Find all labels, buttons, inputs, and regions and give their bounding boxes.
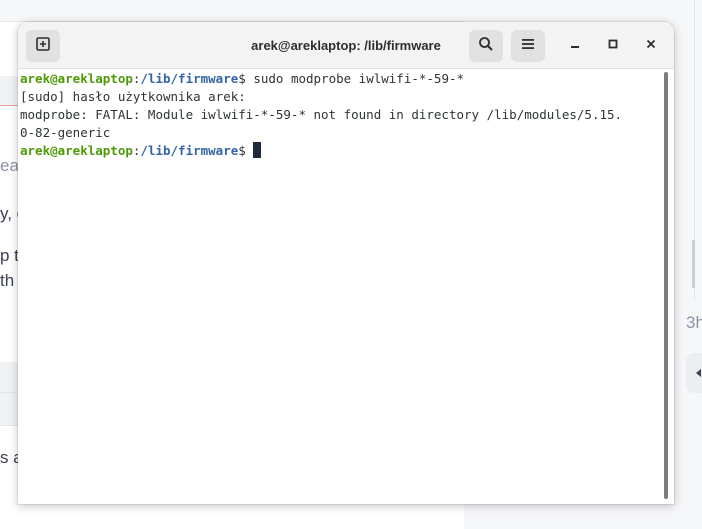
background-block <box>0 362 20 392</box>
new-tab-button[interactable] <box>26 30 60 62</box>
minimize-button[interactable] <box>563 34 587 58</box>
new-tab-icon <box>35 36 51 57</box>
prompt-user: arek@areklaptop <box>20 143 133 158</box>
close-icon <box>645 37 657 55</box>
maximize-icon <box>607 37 619 55</box>
terminal-line: arek@areklaptop:/lib/firmware$ sudo modp… <box>20 70 666 88</box>
prompt-path: /lib/firmware <box>140 143 239 158</box>
command-text: $ sudo modprobe iwlwifi-*-59-* <box>238 71 465 86</box>
search-icon <box>478 36 494 57</box>
chevron-left-icon <box>696 369 701 377</box>
background-text-fragment: p t <box>0 246 18 265</box>
background-text-fragment: ea <box>0 156 18 175</box>
terminal-line: [sudo] hasło użytkownika arek: <box>20 89 246 104</box>
terminal-scrollbar[interactable] <box>664 72 668 499</box>
background-text-fragment: th <box>0 271 15 290</box>
background-text-fragment: y, c <box>0 204 18 223</box>
terminal-line: 0-82-generic <box>20 125 111 140</box>
text-cursor <box>253 142 262 158</box>
hamburger-menu-icon <box>521 37 535 56</box>
background-block <box>0 392 20 426</box>
background-top-bar <box>0 0 464 22</box>
background-collapse-button[interactable] <box>686 353 702 393</box>
background-block <box>0 76 20 106</box>
prompt-user: arek@areklaptop <box>20 71 133 86</box>
minimize-icon <box>569 37 581 55</box>
prompt-path: /lib/firmware <box>140 71 239 86</box>
background-text-fragment: 3h <box>686 313 702 332</box>
prompt-symbol: $ <box>238 143 254 158</box>
close-button[interactable] <box>639 34 663 58</box>
maximize-button[interactable] <box>601 34 625 58</box>
menu-button[interactable] <box>511 30 545 62</box>
terminal-line: arek@areklaptop:/lib/firmware$ <box>20 142 666 160</box>
background-text-fragment: s a <box>0 448 18 467</box>
background-scrollbar[interactable] <box>692 240 695 288</box>
search-button[interactable] <box>469 30 503 62</box>
terminal-titlebar[interactable]: arek@areklaptop: /lib/firmware <box>18 22 674 69</box>
terminal-output[interactable]: arek@areklaptop:/lib/firmware$ sudo modp… <box>18 69 666 504</box>
terminal-line: modprobe: FATAL: Module iwlwifi-*-59-* n… <box>20 107 623 122</box>
terminal-window: arek@areklaptop: /lib/firmware arek@arek… <box>18 22 674 504</box>
